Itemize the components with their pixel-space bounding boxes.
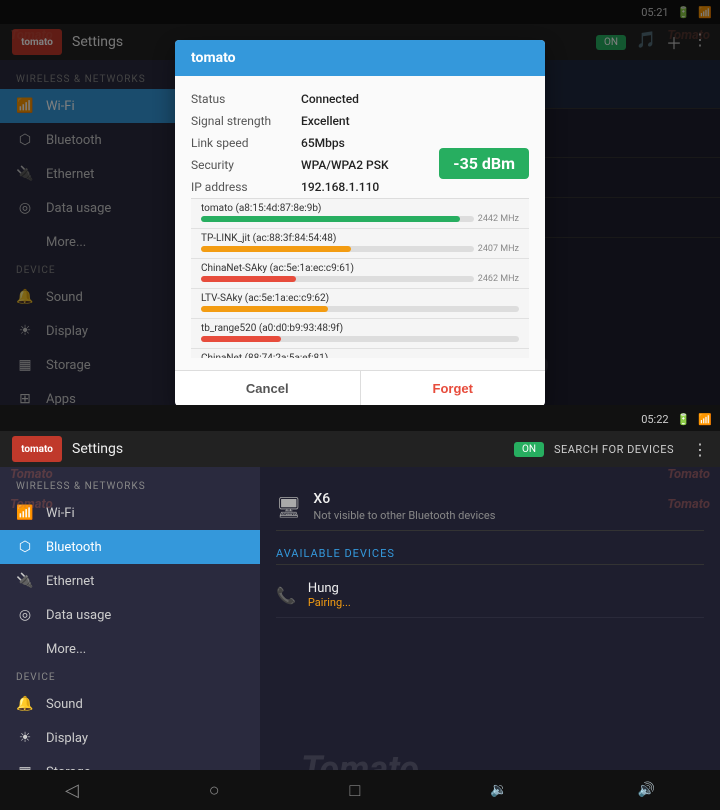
dialog-header: tomato [175,40,545,76]
bt-device-name: X6 [313,491,495,507]
section-device-bottom: DEVICE [0,666,260,687]
bt-content: WIRELESS & NETWORKS 📶 Wi-Fi ⬡ Bluetooth … [0,467,720,810]
sidebar-item-data-usage-bottom[interactable]: ◎ Data usage [0,598,260,632]
scan-item-5-name: ChinaNet (88:74:2a:5a:ef:81) [201,353,519,358]
scan-item-2[interactable]: ChinaNet-SAky (ac:5e:1a:ec:c9:61) 2462 M… [191,259,529,289]
signal-badge: -35 dBm [439,148,529,179]
security-label: Security [191,158,301,172]
bluetooth-icon-bottom: ⬡ [16,538,34,556]
scan-item-2-name: ChinaNet-SAky (ac:5e:1a:ec:c9:61) [201,263,519,274]
ethernet-label-bottom: Ethernet [46,574,94,589]
display-label-bottom: Display [46,731,88,746]
scan-item-0-name: tomato (a8:15:4d:87:8e:9b) [201,203,519,214]
wifi-label-bottom: Wi-Fi [46,506,75,521]
wifi-status-icon-bottom: 📶 [698,413,712,426]
time-bottom: 05:22 [641,413,668,426]
cancel-button[interactable]: Cancel [175,371,361,405]
bt-device-visibility: Not visible to other Bluetooth devices [313,509,495,522]
dialog-row-ip: IP address 192.168.1.110 [191,176,529,198]
data-usage-label-bottom: Data usage [46,608,111,623]
sidebar-item-display-bottom[interactable]: ☀ Display [0,721,260,755]
more-icon-bottom [16,640,34,658]
display-icon-bottom: ☀ [16,729,34,747]
scan-item-5[interactable]: ChinaNet (88:74:2a:5a:ef:81) [191,349,529,358]
scan-item-0-freq: 2442 MHz [478,214,519,224]
sidebar-item-sound-bottom[interactable]: 🔔 Sound [0,687,260,721]
app-title-bottom: Settings [72,441,504,457]
status-label: Status [191,92,301,106]
scan-item-2-freq: 2462 MHz [478,274,519,284]
signal-value: Excellent [301,114,350,128]
dialog-footer: Cancel Forget [175,370,545,405]
scan-panel: tomato (a8:15:4d:87:8e:9b) 2442 MHz TP-L… [191,198,529,358]
bottom-nav: ◁ ○ □ 🔉 🔊 [0,770,720,810]
link-label: Link speed [191,136,301,150]
more-label-bottom: More... [46,642,86,657]
top-wifi-panel: 05:21 🔋 📶 tomato Settings ON 🎵 ＋ ⋮ WIREL… [0,0,720,405]
home-button[interactable]: ○ [201,772,228,809]
ip-value: 192.168.1.110 [301,180,379,194]
monitor-icon: 🖥 [276,495,301,519]
toggle-bottom[interactable]: ON [514,442,544,457]
scan-item-3-name: LTV-SAky (ac:5e:1a:ec:c9:62) [201,293,519,304]
bt-available-info: Hung Pairing... [308,581,351,609]
status-bar-bottom: 05:22 🔋 📶 [0,407,720,431]
available-devices-header: AVAILABLE DEVICES [276,547,704,565]
bt-available-name: Hung [308,581,351,596]
dialog-body: Status Connected Signal strength Excelle… [175,76,545,370]
phone-icon: 📞 [276,586,296,605]
sound-label-bottom: Sound [46,697,83,712]
app-bar-bottom: tomato Settings ON SEARCH FOR DEVICES ⋮ [0,431,720,467]
security-value: WPA/WPA2 PSK [301,158,389,172]
dialog-overlay: tomato Status Connected Signal strength … [0,0,720,405]
section-wireless-bottom: WIRELESS & NETWORKS [0,475,260,496]
forget-button[interactable]: Forget [361,371,546,405]
sidebar-item-more-bottom[interactable]: More... [0,632,260,666]
scan-item-0[interactable]: tomato (a8:15:4d:87:8e:9b) 2442 MHz [191,199,529,229]
wifi-dialog: tomato Status Connected Signal strength … [175,40,545,405]
ip-label: IP address [191,180,301,194]
recent-button[interactable]: □ [341,772,368,809]
scan-item-1-freq: 2407 MHz [478,244,519,254]
dialog-row-signal: Signal strength Excellent [191,110,529,132]
scan-item-3[interactable]: LTV-SAky (ac:5e:1a:ec:c9:62) [191,289,529,319]
vol-up-button[interactable]: 🔊 [630,774,663,806]
scan-item-1[interactable]: TP-LINK_jit (ac:88:3f:84:54:48) 2407 MHz [191,229,529,259]
signal-label: Signal strength [191,114,301,128]
wifi-icon-bottom: 📶 [16,504,34,522]
dialog-row-status: Status Connected [191,88,529,110]
bt-device-row: 🖥 X6 Not visible to other Bluetooth devi… [276,483,704,531]
scan-item-4-name: tb_range520 (a0:d0:b9:93:48:9f) [201,323,519,334]
bt-device-section: 🖥 X6 Not visible to other Bluetooth devi… [276,483,704,531]
search-devices-button[interactable]: SEARCH FOR DEVICES [554,443,674,456]
bt-available-status: Pairing... [308,596,351,609]
menu-icon-bottom[interactable]: ⋮ [692,440,708,459]
battery-icon-bottom: 🔋 [677,413,691,426]
bt-right-panel: 🖥 X6 Not visible to other Bluetooth devi… [260,467,720,810]
back-button[interactable]: ◁ [57,772,87,809]
data-usage-icon-bottom: ◎ [16,606,34,624]
app-logo-bottom: tomato [12,436,62,462]
bottom-bluetooth-panel: 05:22 🔋 📶 tomato Settings ON SEARCH FOR … [0,405,720,810]
bt-device-info: X6 Not visible to other Bluetooth device… [313,491,495,522]
scan-item-1-name: TP-LINK_jit (ac:88:3f:84:54:48) [201,233,519,244]
sound-icon-bottom: 🔔 [16,695,34,713]
sidebar-item-bluetooth-bottom[interactable]: ⬡ Bluetooth [0,530,260,564]
scan-item-4[interactable]: tb_range520 (a0:d0:b9:93:48:9f) [191,319,529,349]
vol-down-button[interactable]: 🔉 [482,774,515,806]
link-value: 65Mbps [301,136,345,150]
bt-available-item-hung[interactable]: 📞 Hung Pairing... [276,573,704,618]
sidebar-bottom: WIRELESS & NETWORKS 📶 Wi-Fi ⬡ Bluetooth … [0,467,260,810]
status-value: Connected [301,92,359,106]
ethernet-icon-bottom: 🔌 [16,572,34,590]
sidebar-item-wifi-bottom[interactable]: 📶 Wi-Fi [0,496,260,530]
sidebar-item-ethernet-bottom[interactable]: 🔌 Ethernet [0,564,260,598]
bluetooth-label-bottom: Bluetooth [46,540,102,555]
